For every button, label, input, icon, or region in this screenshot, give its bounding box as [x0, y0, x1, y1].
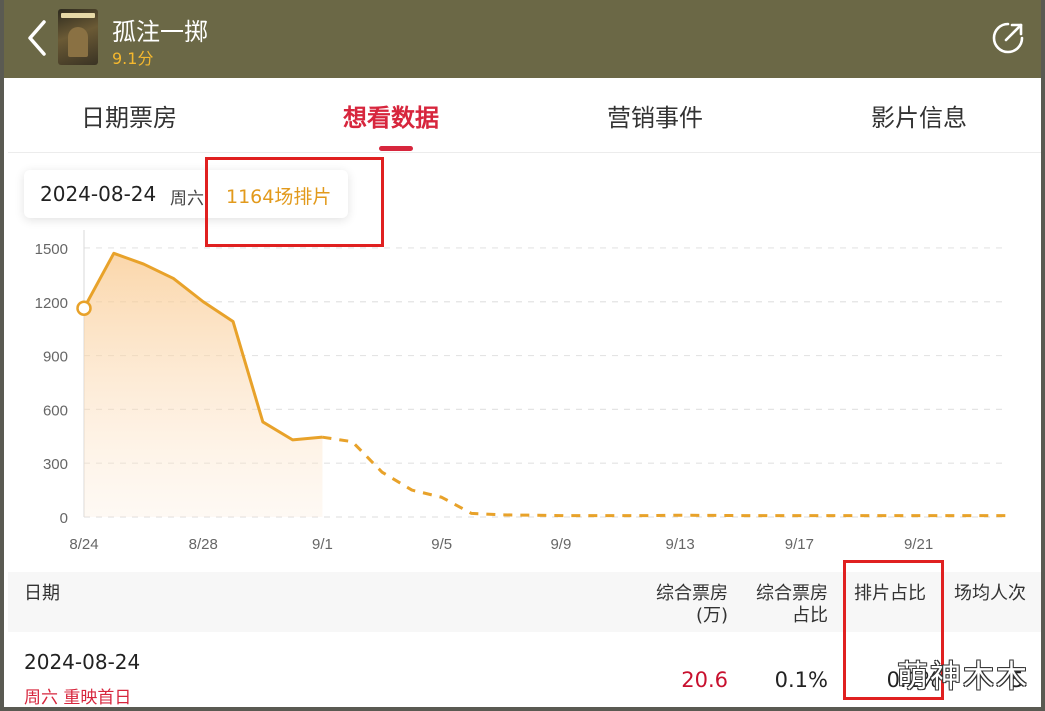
series-area [84, 253, 323, 517]
y-tick-label: 600 [43, 402, 68, 419]
active-tab-indicator [379, 146, 413, 151]
chart-area-fill [84, 253, 323, 517]
data-point [917, 514, 921, 518]
screen: 孤注一掷 9.1分 日期票房 想看数据 营销事件 影片信息 0 300 600 900… [0, 0, 1045, 711]
data-point [738, 514, 742, 518]
tab-bar: 日期票房 想看数据 营销事件 影片信息 [8, 78, 1041, 153]
data-point [261, 420, 265, 424]
header-share-line2: 占比 [792, 605, 828, 626]
data-point [619, 514, 623, 518]
share-icon [992, 22, 1024, 54]
header-box-office-share: 综合票房 占比 [728, 583, 828, 627]
row-box-office-share: 0.1% [774, 668, 828, 692]
data-point [887, 514, 891, 518]
x-tick-label: 9/13 [666, 536, 695, 553]
data-point [529, 513, 533, 517]
x-tick-label: 9/9 [550, 536, 571, 553]
data-point [1006, 514, 1010, 518]
data-point [291, 438, 295, 442]
data-point [797, 514, 801, 518]
tab-daily-box-office[interactable]: 日期票房 [81, 98, 177, 133]
data-point [410, 488, 414, 492]
header-box-office: 综合票房 (万) [628, 583, 728, 627]
data-point [499, 513, 503, 517]
x-tick-label: 8/24 [69, 536, 98, 553]
tab-film-info[interactable]: 影片信息 [871, 98, 967, 133]
movie-title: 孤注一掷 [112, 18, 208, 46]
tab-marketing-events[interactable]: 营销事件 [607, 98, 703, 133]
row-subtitle: 周六 重映首日 [24, 688, 132, 708]
series-line-forecast [322, 435, 1008, 518]
data-point [946, 514, 950, 518]
y-tick-label: 0 [60, 510, 68, 527]
row-box-office: 20.6 [681, 668, 728, 692]
data-point [708, 513, 712, 517]
y-axis: 0 300 600 900 1200 1500 [35, 230, 85, 527]
data-point [857, 514, 861, 518]
y-tick-label: 300 [43, 456, 68, 473]
selected-data-point [76, 300, 92, 316]
data-point [768, 514, 772, 518]
chevron-left-icon [28, 20, 46, 56]
data-point [171, 276, 175, 280]
poster-figure [68, 27, 88, 57]
header-date: 日期 [24, 583, 60, 604]
y-tick-label: 900 [43, 349, 68, 366]
data-point [112, 251, 116, 255]
x-tick-label: 9/5 [431, 536, 452, 553]
highlight-box-show-count [205, 157, 384, 247]
data-point [589, 514, 593, 518]
tab-want-to-see-data[interactable]: 想看数据 [343, 98, 439, 133]
x-tick-label: 8/28 [189, 536, 218, 553]
data-point [440, 495, 444, 499]
y-tick-label: 1500 [35, 241, 68, 258]
poster-title-strip [61, 13, 95, 18]
app-header: 孤注一掷 9.1分 [4, 0, 1041, 78]
tooltip-date: 2024-08-24 [40, 182, 157, 206]
movie-poster[interactable] [58, 9, 98, 65]
row-date: 2024-08-24 [24, 650, 141, 674]
data-point [231, 319, 235, 323]
data-point [469, 511, 473, 515]
data-point [201, 300, 205, 304]
data-point [350, 440, 354, 444]
header-share-line1: 综合票房 [756, 583, 828, 604]
movie-score: 9.1分 [112, 49, 154, 68]
header-box-office-line2: (万) [695, 605, 728, 626]
data-point [320, 435, 324, 439]
x-tick-label: 9/21 [904, 536, 933, 553]
watermark: 萌神木木 [897, 659, 1029, 695]
x-axis: 8/24 8/28 9/1 9/5 9/9 9/13 9/17 9/21 [69, 536, 933, 553]
data-point [142, 262, 146, 266]
back-button[interactable] [24, 18, 52, 58]
data-point [648, 514, 652, 518]
x-tick-label: 9/1 [312, 536, 333, 553]
data-point [976, 514, 980, 518]
y-tick-label: 1200 [35, 295, 68, 312]
header-avg-per-show: 场均人次 [954, 583, 1026, 604]
share-button[interactable] [990, 20, 1026, 56]
data-point [380, 470, 384, 474]
data-point [827, 514, 831, 518]
x-tick-label: 9/17 [785, 536, 814, 553]
header-box-office-line1: 综合票房 [656, 583, 728, 604]
data-point [678, 513, 682, 517]
data-point [559, 514, 563, 518]
tooltip-weekday: 周六 [170, 189, 204, 209]
